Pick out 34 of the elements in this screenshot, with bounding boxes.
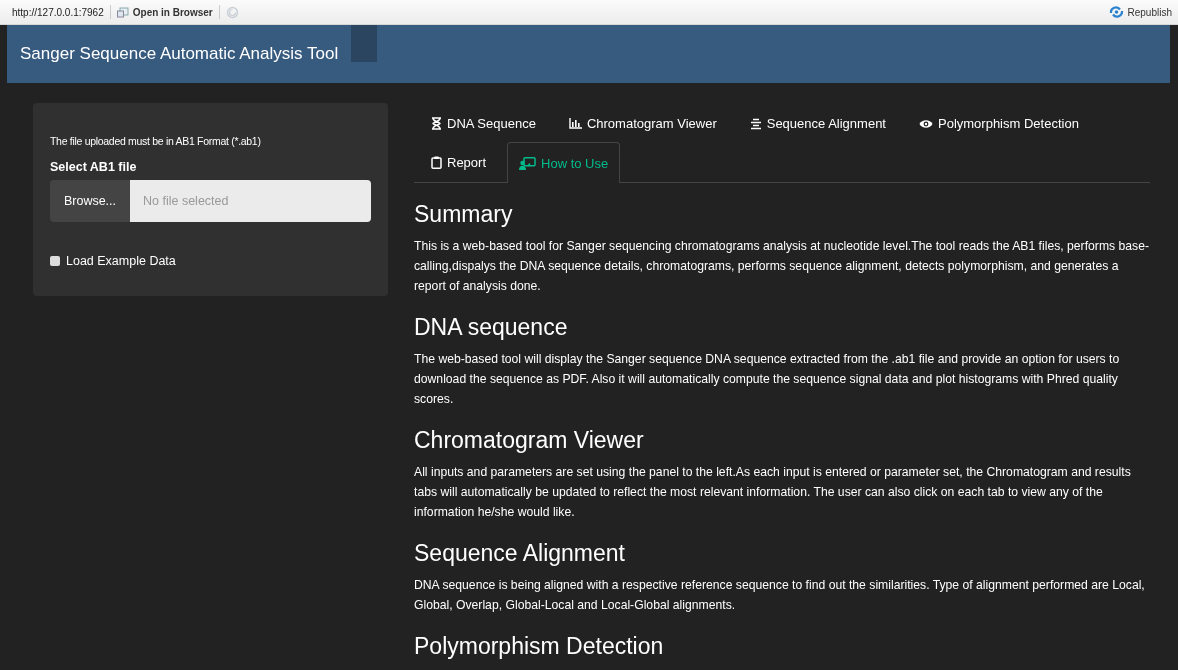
section-heading: DNA sequence: [414, 314, 569, 341]
clipboard-icon: [431, 156, 442, 169]
section-paragraph: All inputs and parameters are set using the panel to the left.As each input is entered or parameter set, the Chromatogram and results tabs will automatically be updated to reflect the most relevant information. The user can also click on each tab to view any of the information he/she would like.: [414, 464, 1132, 521]
tab[interactable]: DNA Sequence: [419, 103, 548, 143]
eye-icon: [919, 118, 933, 129]
checkbox[interactable]: [50, 256, 60, 266]
tab[interactable]: Sequence Alignment: [737, 103, 898, 143]
open-in-browser-button[interactable]: Open in Browser: [116, 6, 213, 18]
hourglass-icon: [431, 117, 442, 130]
tab[interactable]: Report: [419, 142, 499, 182]
bar-chart-icon: [568, 118, 582, 129]
republish-button[interactable]: Republish: [1108, 6, 1172, 18]
format-note: The file uploaded must be in AB1 Format (*.ab1): [50, 134, 262, 149]
tab[interactable]: How to Use: [507, 142, 621, 183]
tab[interactable]: Chromatogram Viewer: [556, 103, 729, 143]
section-heading: Sequence Alignment: [414, 540, 626, 567]
browse-button[interactable]: Browse...: [50, 180, 130, 222]
section-heading: Polymorphism Detection: [414, 633, 665, 660]
app-title: Sanger Sequence Automatic Analysis Tool: [19, 43, 340, 64]
section-heading: Summary: [414, 201, 514, 228]
section-paragraph: This is a web-based tool for Sanger sequencing chromatograms analysis at nucleotide level.The tool reads the AB1 files, performs base-calling,dispalys the DNA sequence details, chromatograms, performs sequence alignment, detects polymorphism, and generates a report of analysis done.: [414, 238, 1150, 295]
url-text: http://127.0.0.1:7962: [12, 6, 104, 18]
sync-icon: [1108, 6, 1124, 18]
section-paragraph: DNA sequence is being aligned with a respective reference sequence to find out the similarities. Type of alignment performed are Local, Global, Overlap, Global-Local and Local-Global alignments.: [414, 577, 1146, 614]
section-paragraph: The web-based tool will display the Sanger sequence DNA sequence extracted from the .ab1 file and provide an option for users to download the sequence as PDF. Also it will automatically compute the sequence signal data and plot histograms with Phred quality scores.: [414, 351, 1121, 408]
section-heading: Chromatogram Viewer: [414, 427, 645, 454]
teacher-icon: [519, 156, 537, 170]
align-center-icon: [749, 117, 762, 130]
file-label: Select AB1 file: [50, 160, 138, 174]
file-name-field[interactable]: No file selected: [130, 180, 371, 222]
checkbox-label: Load Example Data: [66, 254, 176, 268]
tab[interactable]: Polymorphism Detection: [907, 103, 1091, 143]
navbar-block: [351, 25, 378, 62]
browser-window-icon: [116, 6, 129, 18]
